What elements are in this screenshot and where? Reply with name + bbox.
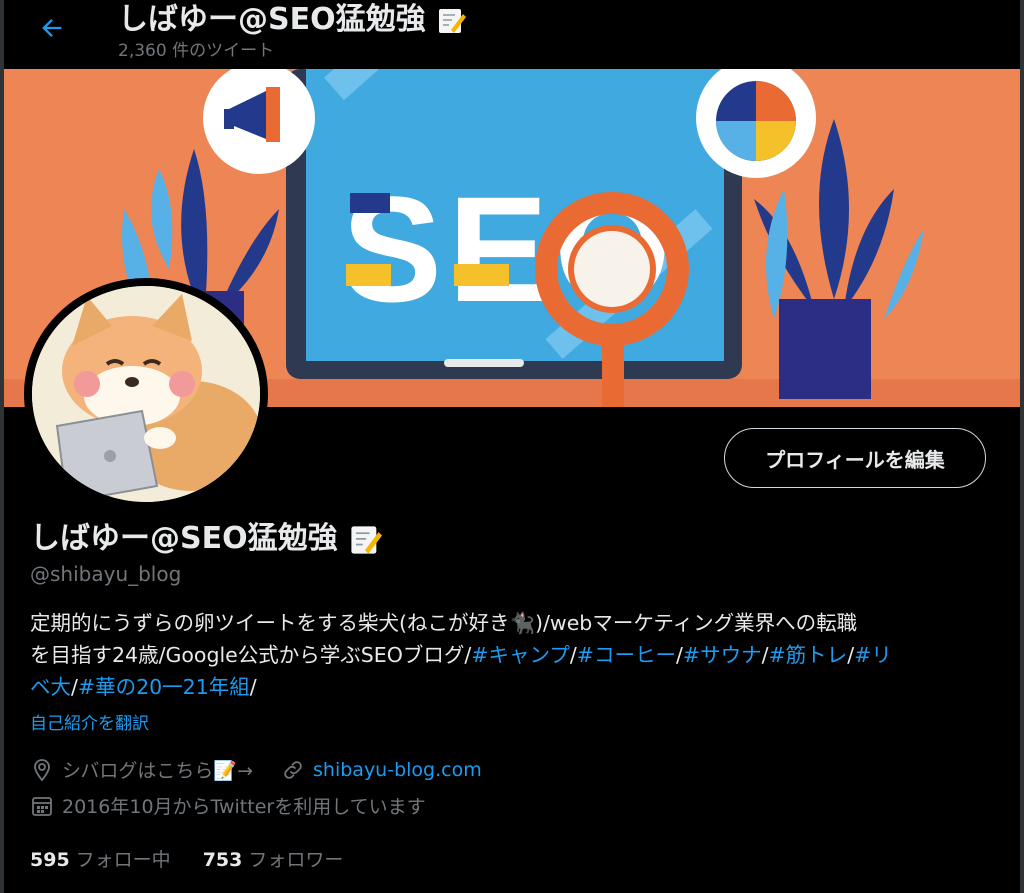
bio-line-1: 定期的にうずらの卵ツイートをする柴犬(ねこが好き🐈‍⬛)/webマーケティング業… xyxy=(30,611,858,635)
hashtag-sauna[interactable]: #サウナ xyxy=(683,643,762,667)
hashtag-hana-no-2021[interactable]: #華の20一21年組 xyxy=(78,675,250,699)
followers-count: 753 xyxy=(202,849,243,871)
profile-meta-row: シバログはこちら📝→ shibayu-blog.com xyxy=(30,756,482,783)
hashtag-workout[interactable]: #筋トレ xyxy=(769,643,848,667)
followers-link[interactable]: 753 フォロワー xyxy=(203,845,344,872)
memo-icon xyxy=(439,8,467,33)
window-border-right xyxy=(1020,0,1024,893)
hashtag-ribedai-part1[interactable]: #リ xyxy=(854,643,892,667)
arrow-left-icon xyxy=(42,19,62,37)
following-label: フォロー中 xyxy=(75,849,171,871)
bio-separator: / xyxy=(569,643,577,667)
edit-profile-button[interactable]: プロフィールを編集 xyxy=(724,428,986,488)
bio-line-2: を目指す24歳/Google公式から学ぶSEOブログ/#キャンプ/#コーヒー/#… xyxy=(30,639,990,671)
profile-bio: 定期的にうずらの卵ツイートをする柴犬(ねこが好き🐈‍⬛)/webマーケティング業… xyxy=(30,607,990,703)
profile-location: シバログはこちら📝→ xyxy=(62,760,254,782)
followers-label: フォロワー xyxy=(248,849,344,871)
bio-separator: / xyxy=(249,675,257,699)
profile-joined-row: 2016年10月からTwitterを利用しています xyxy=(30,792,426,819)
follow-stats: 595 フォロー中 753 フォロワー xyxy=(30,845,375,872)
shiba-dog-avatar-illustration xyxy=(32,286,260,502)
profile-header: しばゆー@SEO猛勉強 2,360 件のツイート xyxy=(0,0,1024,70)
location-pin-icon xyxy=(30,758,54,782)
hashtag-camp[interactable]: #キャンプ xyxy=(471,643,570,667)
profile-website-link[interactable]: shibayu-blog.com xyxy=(313,759,482,781)
translate-bio-link[interactable]: 自己紹介を翻訳 xyxy=(30,709,149,734)
bio-separator: / xyxy=(761,643,769,667)
bio-line-3: ベ大/#華の20一21年組/ xyxy=(30,671,990,703)
link-icon xyxy=(281,758,305,782)
memo-icon xyxy=(351,525,383,554)
bio-text: を目指す24歳/Google公式から学ぶSEOブログ/ xyxy=(30,643,472,667)
profile-handle: @shibayu_blog xyxy=(30,562,182,586)
bio-separator: / xyxy=(71,675,78,699)
profile-avatar[interactable] xyxy=(24,278,268,510)
hashtag-ribedai-part2[interactable]: ベ大 xyxy=(30,675,71,699)
header-title: しばゆー@SEO猛勉強 xyxy=(118,0,467,38)
profile-name: しばゆー@SEO猛勉強 xyxy=(30,513,383,557)
hashtag-coffee[interactable]: #コーヒー xyxy=(577,643,676,667)
back-button[interactable] xyxy=(24,8,80,48)
following-count: 595 xyxy=(30,849,70,871)
calendar-icon xyxy=(30,794,54,818)
tweet-count: 2,360 件のツイート xyxy=(118,41,275,61)
following-link[interactable]: 595 フォロー中 xyxy=(30,845,171,872)
bio-separator: / xyxy=(675,643,683,667)
profile-joined-date: 2016年10月からTwitterを利用しています xyxy=(62,796,426,818)
